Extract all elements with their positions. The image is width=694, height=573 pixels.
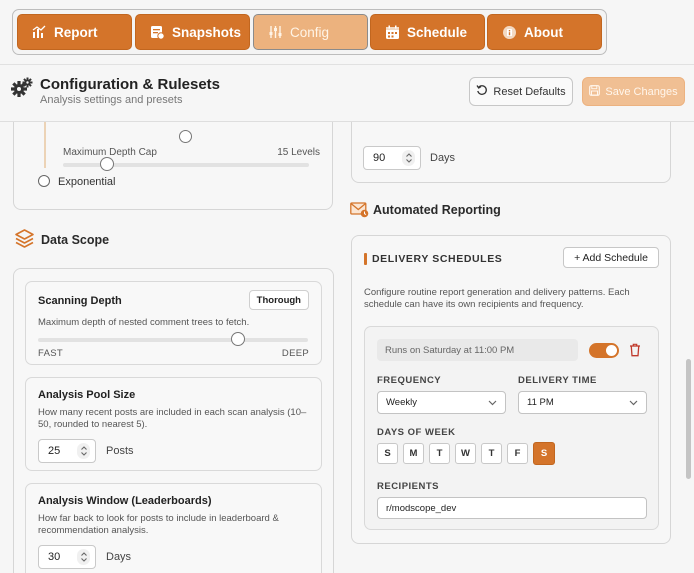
- scanning-depth-panel: Scanning Depth Thorough Maximum depth of…: [25, 281, 322, 365]
- analysis-pool-desc: How many recent posts are included in ea…: [38, 407, 307, 430]
- stepper-arrows-icon[interactable]: [77, 549, 90, 565]
- delivery-schedules-card: DELIVERY SCHEDULES + Add Schedule Config…: [351, 235, 671, 544]
- gears-icon: [11, 77, 33, 99]
- info-book-icon: [501, 24, 517, 40]
- tab-config[interactable]: Config: [253, 14, 368, 50]
- scanning-depth-desc: Maximum depth of nested comment trees to…: [38, 317, 250, 328]
- calendar-icon: [384, 24, 400, 40]
- tab-snapshots[interactable]: Snapshots: [135, 14, 250, 50]
- automated-reporting-title: Automated Reporting: [373, 203, 501, 217]
- analysis-pool-value: 25: [48, 445, 61, 457]
- scanning-depth-badge: Thorough: [248, 290, 309, 310]
- days-of-week-picker: SMTWTFS: [377, 442, 577, 466]
- config-content: Maximum Depth Cap 15 Levels Exponential …: [0, 122, 694, 573]
- analysis-window-desc: How far back to look for posts to includ…: [38, 513, 279, 536]
- retention-unit: Days: [430, 152, 456, 164]
- analysis-pool-stepper[interactable]: 25: [38, 439, 96, 463]
- analysis-window-title: Analysis Window (Leaderboards): [38, 495, 212, 507]
- recipients-label: RECIPIENTS: [377, 481, 440, 492]
- recipients-input[interactable]: r/modscope_dev: [377, 497, 647, 519]
- tab-label: Config: [290, 24, 330, 40]
- chart-bars-icon: [31, 24, 47, 40]
- exponential-label: Exponential: [58, 176, 116, 188]
- accent-bar: [364, 253, 367, 265]
- toggle-knob: [606, 345, 617, 356]
- depth-cap-slider-thumb[interactable]: [100, 157, 115, 171]
- frequency-select[interactable]: Weekly: [377, 391, 506, 414]
- save-changes-label: Save Changes: [605, 85, 678, 98]
- frequency-value: Weekly: [386, 397, 417, 408]
- snapshot-icon: [149, 24, 165, 40]
- chevron-down-icon: [629, 398, 638, 409]
- data-scope-title: Data Scope: [41, 233, 110, 247]
- page-title: Configuration & Rulesets: [40, 76, 221, 93]
- exponential-radio[interactable]: [38, 175, 50, 187]
- delivery-schedules-desc: Configure routine report generation and …: [364, 287, 630, 310]
- day-toggle[interactable]: S: [533, 442, 555, 465]
- tab-report[interactable]: Report: [17, 14, 132, 50]
- analysis-window-panel: Analysis Window (Leaderboards) How far b…: [25, 483, 322, 573]
- day-toggle[interactable]: M: [403, 443, 424, 464]
- analysis-window-unit: Days: [106, 551, 132, 563]
- tab-label: Report: [54, 24, 98, 40]
- add-schedule-button[interactable]: + Add Schedule: [563, 247, 659, 268]
- delivery-time-select[interactable]: 11 PM: [518, 391, 647, 414]
- day-toggle[interactable]: T: [481, 443, 502, 464]
- mail-clock-icon: [350, 201, 369, 218]
- page-subtitle: Analysis settings and presets: [40, 94, 183, 106]
- scanning-depth-slider-track[interactable]: [38, 338, 308, 342]
- stepper-arrows-icon[interactable]: [402, 150, 415, 166]
- scanning-depth-slider-thumb[interactable]: [230, 332, 245, 346]
- day-toggle[interactable]: W: [455, 443, 476, 464]
- scan-max-label: DEEP: [281, 348, 309, 359]
- tab-label: Schedule: [407, 24, 468, 40]
- divider: [0, 64, 694, 65]
- depth-settings-card: Maximum Depth Cap 15 Levels Exponential: [13, 122, 333, 210]
- day-toggle[interactable]: F: [507, 443, 528, 464]
- days-of-week-label: DAYS OF WEEK: [377, 427, 456, 438]
- depth-cap-value: 15 Levels: [277, 147, 320, 158]
- schedule-enabled-toggle[interactable]: [589, 343, 619, 358]
- retention-card: 90 Days: [351, 122, 671, 183]
- delivery-schedules-title: DELIVERY SCHEDULES: [372, 253, 503, 265]
- day-toggle[interactable]: S: [377, 443, 398, 464]
- schedule-runs-text: Runs on Saturday at 11:00 PM: [377, 339, 578, 361]
- tab-label: Snapshots: [172, 24, 242, 40]
- schedule-item: Runs on Saturday at 11:00 PM FREQUENCY W…: [364, 326, 659, 530]
- retention-value: 90: [373, 152, 386, 164]
- analysis-pool-panel: Analysis Pool Size How many recent posts…: [25, 377, 322, 471]
- scanning-depth-title: Scanning Depth: [38, 295, 122, 307]
- tab-label: About: [524, 24, 563, 40]
- tab-about[interactable]: About: [487, 14, 602, 50]
- analysis-window-stepper[interactable]: 30: [38, 545, 96, 569]
- analysis-window-value: 30: [48, 551, 61, 563]
- scrollbar-thumb[interactable]: [686, 359, 691, 479]
- data-scope-card: Scanning Depth Thorough Maximum depth of…: [13, 268, 334, 573]
- reset-defaults-label: Reset Defaults: [493, 85, 566, 98]
- scan-min-label: FAST: [38, 348, 63, 359]
- analysis-pool-unit: Posts: [106, 445, 134, 457]
- reset-icon: [476, 84, 488, 99]
- main-tab-bar: Report Snapshots Config Schedule About: [12, 9, 607, 55]
- depth-cap-label: Maximum Depth Cap: [63, 147, 157, 158]
- analysis-pool-title: Analysis Pool Size: [38, 389, 136, 401]
- delivery-time-value: 11 PM: [527, 397, 554, 408]
- delivery-time-label: DELIVERY TIME: [518, 375, 597, 386]
- slider-thumb[interactable]: [179, 130, 192, 143]
- retention-stepper[interactable]: 90: [363, 146, 421, 170]
- tab-schedule[interactable]: Schedule: [370, 14, 485, 50]
- save-changes-button[interactable]: Save Changes: [582, 77, 685, 106]
- layers-icon: [14, 228, 35, 249]
- trash-icon[interactable]: [629, 343, 641, 357]
- reset-defaults-button[interactable]: Reset Defaults: [469, 77, 573, 106]
- option-indent-line: [44, 122, 46, 168]
- stepper-arrows-icon[interactable]: [77, 443, 90, 459]
- day-toggle[interactable]: T: [429, 443, 450, 464]
- frequency-label: FREQUENCY: [377, 375, 442, 386]
- chevron-down-icon: [488, 398, 497, 409]
- sliders-icon: [267, 24, 283, 40]
- save-icon: [589, 84, 601, 99]
